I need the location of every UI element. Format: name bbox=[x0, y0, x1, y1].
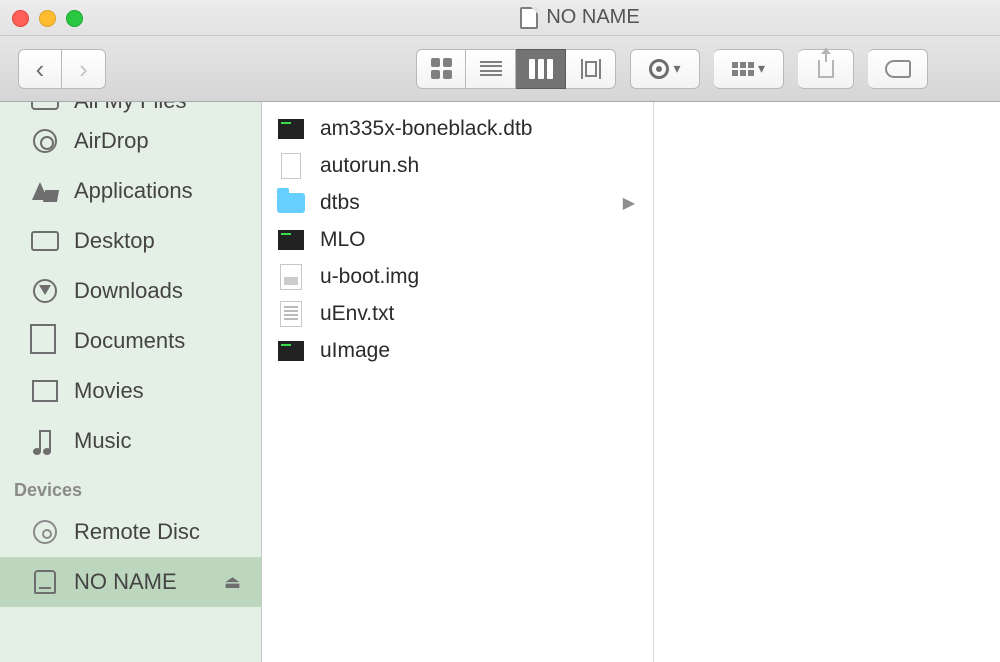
sidebar-item-applications[interactable]: Applications bbox=[0, 166, 261, 216]
toolbar: ‹ › ▾ ▾ bbox=[0, 36, 1000, 102]
text-file-icon bbox=[276, 301, 306, 327]
arrange-menu-button[interactable]: ▾ bbox=[714, 49, 784, 89]
sidebar-item-desktop[interactable]: Desktop bbox=[0, 216, 261, 266]
downloads-icon bbox=[30, 278, 60, 304]
folder-icon bbox=[276, 190, 306, 216]
preview-column bbox=[654, 102, 1000, 662]
share-button[interactable] bbox=[798, 49, 854, 89]
arrange-icon bbox=[732, 62, 754, 76]
window-title: NO NAME bbox=[80, 0, 1000, 35]
columns-icon bbox=[529, 59, 553, 79]
chevron-right-icon: › bbox=[79, 56, 88, 82]
shell-file-icon bbox=[276, 153, 306, 179]
coverflow-icon bbox=[581, 59, 601, 79]
file-row[interactable]: am335x-boneblack.dtb bbox=[262, 110, 653, 147]
desktop-icon bbox=[30, 228, 60, 254]
window-controls bbox=[12, 10, 83, 27]
sidebar-item-label: Downloads bbox=[74, 278, 183, 304]
file-name: uEnv.txt bbox=[320, 302, 394, 326]
image-file-icon bbox=[276, 264, 306, 290]
grid-icon bbox=[431, 58, 452, 79]
chevron-down-icon: ▾ bbox=[673, 60, 680, 77]
file-name: autorun.sh bbox=[320, 154, 419, 178]
sd-card-icon bbox=[520, 7, 538, 29]
sidebar-item-label: Remote Disc bbox=[74, 519, 200, 545]
disc-icon bbox=[30, 519, 60, 545]
airdrop-icon bbox=[30, 128, 60, 154]
window-titlebar: NO NAME bbox=[0, 0, 1000, 36]
view-coverflow-button[interactable] bbox=[566, 49, 616, 89]
sidebar-item-music[interactable]: Music bbox=[0, 416, 261, 466]
list-icon bbox=[480, 61, 502, 77]
exec-file-icon bbox=[276, 227, 306, 253]
sidebar-item-label: Movies bbox=[74, 378, 144, 404]
file-row[interactable]: MLO bbox=[262, 221, 653, 258]
minimize-window-button[interactable] bbox=[39, 10, 56, 27]
exec-file-icon bbox=[276, 116, 306, 142]
sidebar-item-label: NO NAME bbox=[74, 569, 177, 595]
eject-icon[interactable]: ⏏ bbox=[224, 572, 241, 593]
sidebar-item-label: Documents bbox=[74, 328, 185, 354]
sidebar-item-remote-disc[interactable]: Remote Disc bbox=[0, 507, 261, 557]
nav-buttons: ‹ › bbox=[18, 49, 106, 89]
file-name: am335x-boneblack.dtb bbox=[320, 117, 532, 141]
sidebar-item-label: Desktop bbox=[74, 228, 155, 254]
view-columns-button[interactable] bbox=[516, 49, 566, 89]
file-name: uImage bbox=[320, 339, 390, 363]
sidebar-item-label: Music bbox=[74, 428, 131, 454]
back-button[interactable]: ‹ bbox=[18, 49, 62, 89]
documents-icon bbox=[30, 328, 60, 354]
sidebar-section-devices: Devices bbox=[0, 466, 261, 507]
tag-icon bbox=[885, 60, 911, 78]
action-menu-button[interactable]: ▾ bbox=[630, 49, 700, 89]
file-row[interactable]: u-boot.img bbox=[262, 258, 653, 295]
movies-icon bbox=[30, 378, 60, 404]
applications-icon bbox=[30, 178, 60, 204]
chevron-down-icon: ▾ bbox=[758, 60, 765, 77]
chevron-left-icon: ‹ bbox=[36, 56, 45, 82]
sidebar: All My Files AirDrop Applications Deskto… bbox=[0, 102, 262, 662]
content-area: All My Files AirDrop Applications Deskto… bbox=[0, 102, 1000, 662]
share-icon bbox=[818, 60, 834, 78]
forward-button[interactable]: › bbox=[62, 49, 106, 89]
file-row[interactable]: dtbs ▶ bbox=[262, 184, 653, 221]
sidebar-item-label: All My Files bbox=[74, 102, 186, 114]
sidebar-item-label: Applications bbox=[74, 178, 193, 204]
view-mode-segmented bbox=[416, 49, 616, 89]
file-name: u-boot.img bbox=[320, 265, 419, 289]
sidebar-item-label: AirDrop bbox=[74, 128, 149, 154]
tags-button[interactable] bbox=[868, 49, 928, 89]
sidebar-item-downloads[interactable]: Downloads bbox=[0, 266, 261, 316]
sidebar-item-movies[interactable]: Movies bbox=[0, 366, 261, 416]
file-row[interactable]: uEnv.txt bbox=[262, 295, 653, 332]
file-row[interactable]: autorun.sh bbox=[262, 147, 653, 184]
file-name: dtbs bbox=[320, 191, 360, 215]
drive-icon bbox=[30, 569, 60, 595]
gear-icon bbox=[649, 59, 669, 79]
all-my-files-icon bbox=[30, 102, 60, 114]
close-window-button[interactable] bbox=[12, 10, 29, 27]
music-icon bbox=[30, 428, 60, 454]
view-list-button[interactable] bbox=[466, 49, 516, 89]
view-icons-button[interactable] bbox=[416, 49, 466, 89]
file-name: MLO bbox=[320, 228, 366, 252]
sidebar-item-all-my-files[interactable]: All My Files bbox=[0, 102, 261, 116]
file-row[interactable]: uImage bbox=[262, 332, 653, 369]
chevron-right-icon: ▶ bbox=[623, 193, 635, 213]
sidebar-item-documents[interactable]: Documents bbox=[0, 316, 261, 366]
sidebar-item-no-name[interactable]: NO NAME ⏏ bbox=[0, 557, 261, 607]
window-title-text: NO NAME bbox=[546, 6, 639, 29]
file-column: am335x-boneblack.dtb autorun.sh dtbs ▶ M… bbox=[262, 102, 654, 662]
exec-file-icon bbox=[276, 338, 306, 364]
sidebar-item-airdrop[interactable]: AirDrop bbox=[0, 116, 261, 166]
